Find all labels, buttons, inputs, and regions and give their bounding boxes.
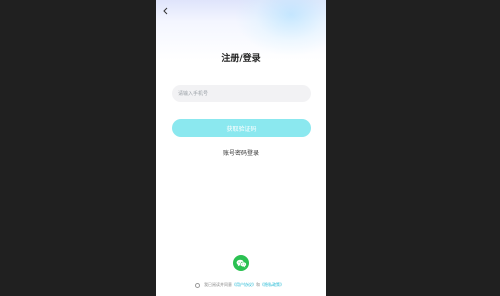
login-screen: 注册/登录 请输入手机号 获取验证码 账号密码登录 我已阅读并同意 《用户协议》… <box>156 0 326 296</box>
password-login-link[interactable]: 账号密码登录 <box>156 148 326 157</box>
chevron-left-icon[interactable] <box>161 6 171 16</box>
user-agreement-link[interactable]: 《用户协议》 <box>232 282 256 288</box>
phone-placeholder: 请输入手机号 <box>178 91 209 97</box>
get-code-button[interactable]: 获取验证码 <box>172 119 311 137</box>
get-code-label: 获取验证码 <box>226 125 257 133</box>
agreement-prefix: 我已阅读并同意 <box>204 282 232 287</box>
wechat-login-button[interactable] <box>233 255 249 271</box>
phone-input[interactable]: 请输入手机号 <box>172 85 311 102</box>
agreement-row: 我已阅读并同意 《用户协议》 和 《隐私政策》 <box>195 281 284 289</box>
privacy-policy-link[interactable]: 《隐私政策》 <box>260 282 284 288</box>
wechat-icon <box>236 259 247 268</box>
agreement-checkbox[interactable] <box>195 282 200 288</box>
page-title: 注册/登录 <box>221 54 261 64</box>
